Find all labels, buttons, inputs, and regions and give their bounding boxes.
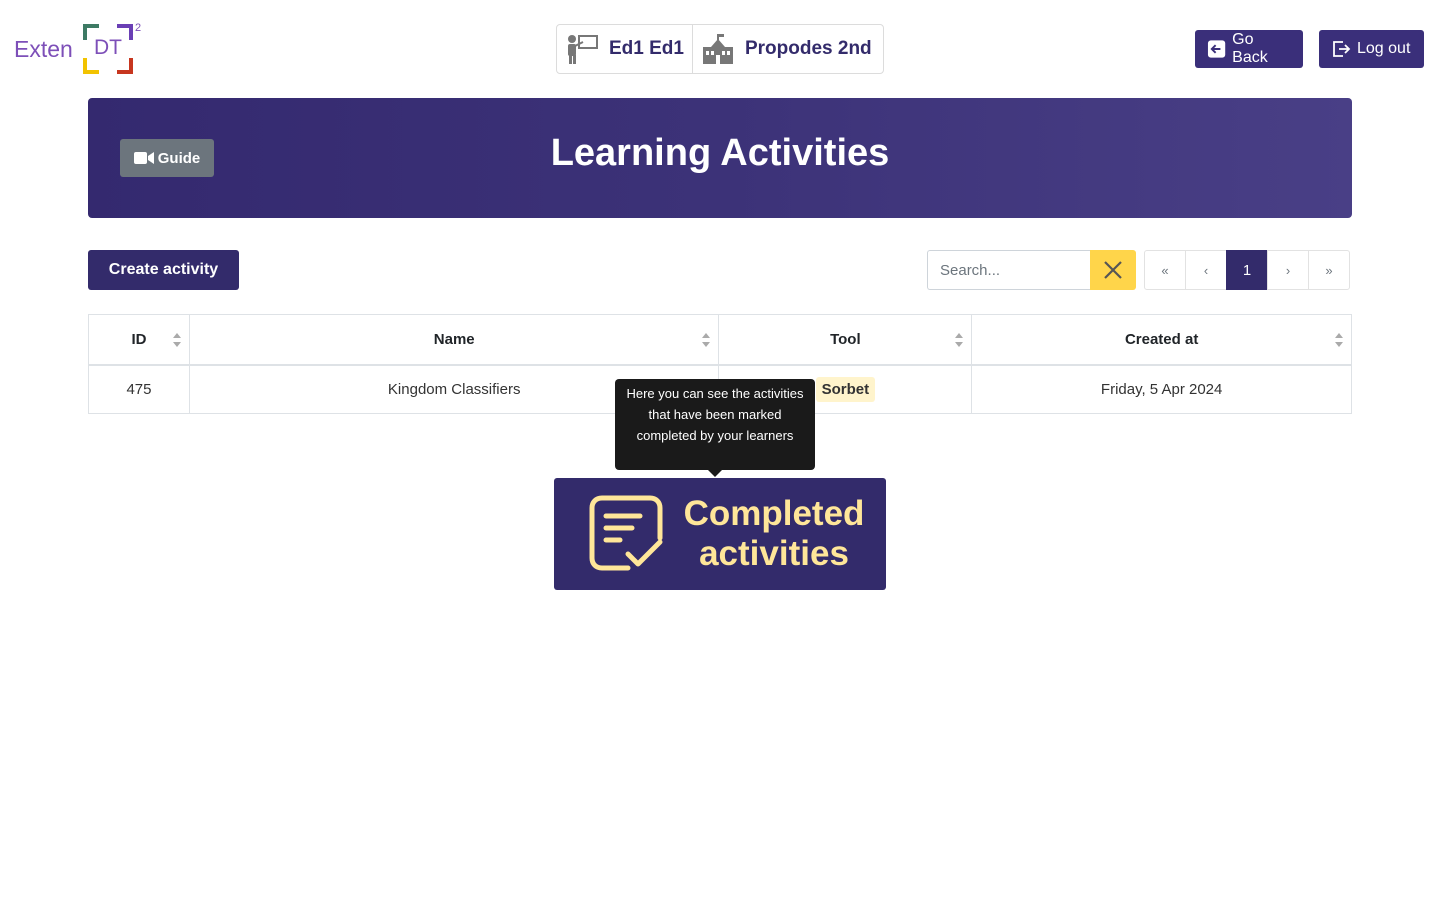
logo-bracket-bottom-left xyxy=(83,58,99,74)
cell-id: 475 xyxy=(88,364,190,414)
clear-search-button[interactable] xyxy=(1090,250,1136,290)
column-header-label: Tool xyxy=(830,330,861,348)
logo-dt: DT xyxy=(94,36,122,59)
pagination-last[interactable]: » xyxy=(1308,250,1350,290)
page-title: Learning Activities xyxy=(550,132,890,174)
sort-icon xyxy=(1335,333,1343,347)
go-back-label: Go Back xyxy=(1232,31,1268,66)
checklist-icon xyxy=(589,495,663,571)
pagination: « ‹ 1 › » xyxy=(1144,250,1350,290)
sort-icon xyxy=(955,333,964,347)
school-building-icon xyxy=(702,34,733,64)
user-info: Ed1 Ed1 xyxy=(557,25,693,73)
column-header-id[interactable]: ID xyxy=(88,314,190,366)
user-school-chip: Ed1 Ed1 Propodes 2nd xyxy=(556,24,884,74)
tooltip-arrow xyxy=(708,470,722,477)
go-back-button[interactable]: Go Back xyxy=(1195,30,1303,68)
completed-activities-tooltip: Here you can see the activities that hav… xyxy=(615,379,815,470)
create-activity-button[interactable]: Create activity xyxy=(88,250,239,290)
teacher-icon xyxy=(568,35,598,64)
sort-icon xyxy=(702,333,711,347)
completed-activities-button[interactable]: Completed activities xyxy=(554,478,886,590)
table-header-row: ID Name Tool Created at xyxy=(88,314,1352,366)
column-header-tool[interactable]: Tool xyxy=(718,314,973,366)
completed-label-line2: activities xyxy=(699,534,849,573)
pagination-first[interactable]: « xyxy=(1144,250,1186,290)
sort-icon xyxy=(172,333,181,347)
column-header-label: Name xyxy=(433,330,475,348)
logo-superscript: 2 xyxy=(135,22,142,34)
pagination-page-current[interactable]: 1 xyxy=(1226,250,1268,290)
school-name: Propodes 2nd xyxy=(744,38,872,59)
page-banner: Guide Learning Activities xyxy=(88,98,1352,218)
logout-icon xyxy=(1333,41,1351,57)
arrow-left-icon xyxy=(1207,40,1226,58)
log-out-label: Log out xyxy=(1357,40,1411,57)
close-icon xyxy=(1104,261,1122,279)
cell-created-at: Friday, 5 Apr 2024 xyxy=(971,364,1352,414)
logo-text: Exten xyxy=(14,36,73,62)
column-header-label: ID xyxy=(131,330,147,348)
logo-bracket-bottom-right xyxy=(117,58,133,74)
column-header-name[interactable]: Name xyxy=(188,314,720,366)
tool-badge: Sorbet xyxy=(815,376,876,402)
column-header-label: Created at xyxy=(1124,330,1199,348)
completed-activities-label: Completed activities xyxy=(674,494,874,574)
extendt-logo: Exten DT 2 xyxy=(14,22,146,76)
search-input[interactable] xyxy=(927,250,1091,290)
pagination-next[interactable]: › xyxy=(1267,250,1309,290)
completed-label-line1: Completed xyxy=(683,494,865,533)
pagination-prev[interactable]: ‹ xyxy=(1185,250,1227,290)
school-info: Propodes 2nd xyxy=(693,25,880,73)
user-name: Ed1 Ed1 xyxy=(609,38,684,59)
log-out-button[interactable]: Log out xyxy=(1319,30,1424,68)
column-header-created-at[interactable]: Created at xyxy=(971,314,1352,366)
